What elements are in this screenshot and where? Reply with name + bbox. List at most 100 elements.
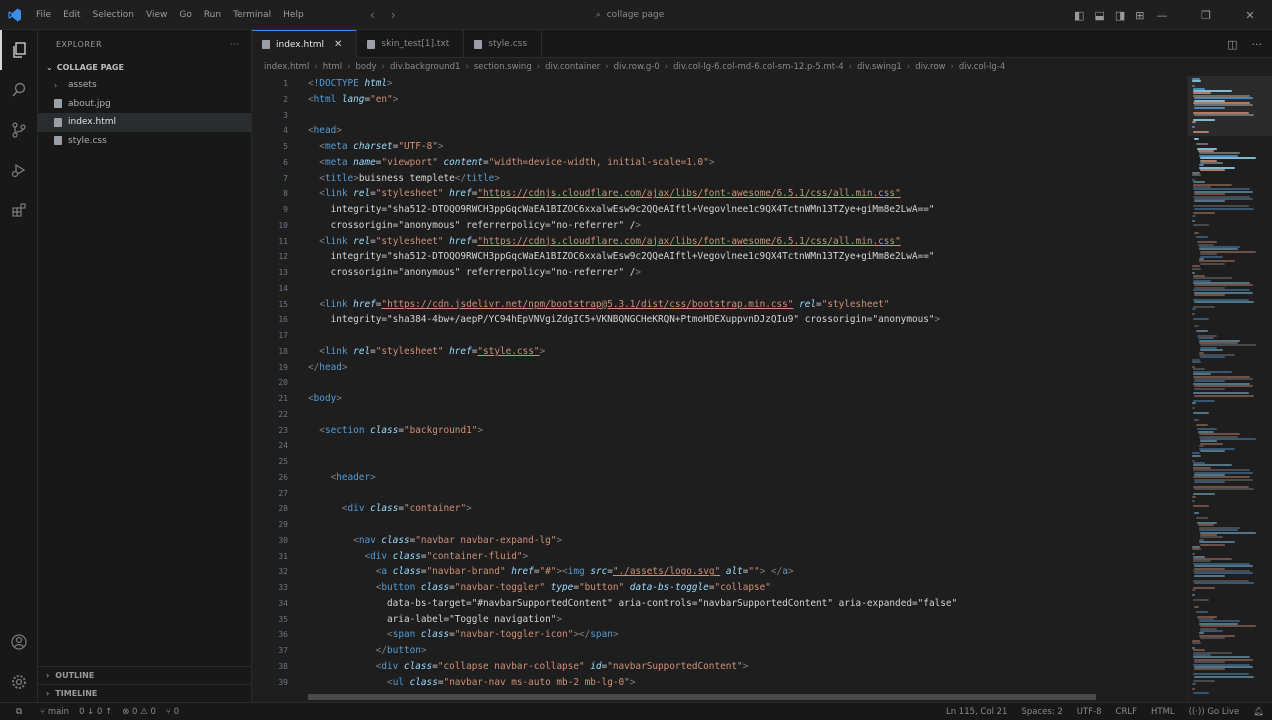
breadcrumb-item[interactable]: div.col-lg-4 xyxy=(959,62,1005,72)
code-line[interactable]: <div class="container"> xyxy=(308,501,1187,517)
code-line[interactable]: </button> xyxy=(308,643,1187,659)
minimap[interactable] xyxy=(1187,76,1272,702)
code-line[interactable]: <header> xyxy=(308,470,1187,486)
menu-item-help[interactable]: Help xyxy=(277,0,310,30)
code-line[interactable]: <span class="navbar-toggler-icon"></span… xyxy=(308,627,1187,643)
workspace-folder[interactable]: ⌄ COLLAGE PAGE xyxy=(38,58,251,76)
remote-icon[interactable]: ⧉ xyxy=(8,703,30,720)
file-tree-item[interactable]: about.jpg xyxy=(38,95,251,114)
code-line[interactable]: <body> xyxy=(308,391,1187,407)
run-debug-icon[interactable] xyxy=(0,150,38,190)
breadcrumb-item[interactable]: div.background1 xyxy=(390,62,461,72)
problems-indicator[interactable]: ⊗ 0 ⚠ 0 xyxy=(122,707,156,717)
command-center-search[interactable]: ⌕ collage page xyxy=(420,5,840,25)
menu-item-view[interactable]: View xyxy=(140,0,173,30)
code-line[interactable]: <link rel="stylesheet" href="https://cdn… xyxy=(308,234,1187,250)
end-of-line[interactable]: CRLF xyxy=(1116,707,1137,717)
code-line[interactable]: <div class="collapse navbar-collapse" id… xyxy=(308,659,1187,675)
breadcrumb-item[interactable]: div.row xyxy=(915,62,945,72)
menu-item-file[interactable]: File xyxy=(30,0,57,30)
code-line[interactable] xyxy=(308,281,1187,297)
code-line[interactable]: crossorigin="anonymous" referrerpolicy="… xyxy=(308,265,1187,281)
code-line[interactable]: <title>buisness templete</title> xyxy=(308,171,1187,187)
cursor-position[interactable]: Ln 115, Col 21 xyxy=(946,707,1007,717)
explorer-icon[interactable] xyxy=(0,30,38,70)
code-line[interactable]: <section class="background1"> xyxy=(308,423,1187,439)
minimize-icon[interactable]: — xyxy=(1140,9,1184,22)
editor-tab[interactable]: style.css xyxy=(464,30,543,58)
menu-item-terminal[interactable]: Terminal xyxy=(227,0,277,30)
code-line[interactable] xyxy=(308,517,1187,533)
sync-indicator[interactable]: 0 ↓ 0 ↑ xyxy=(79,707,112,717)
breadcrumb-item[interactable]: div.col-lg-6.col-md-6.col-sm-12.p-5.mt-4 xyxy=(673,62,843,72)
code-line[interactable]: </head> xyxy=(308,360,1187,376)
code-line[interactable]: <div class="container-fluid"> xyxy=(308,549,1187,565)
code-line[interactable] xyxy=(308,328,1187,344)
code-line[interactable] xyxy=(308,375,1187,391)
forward-arrow-icon[interactable]: › xyxy=(391,8,396,22)
code-line[interactable]: <meta charset="UTF-8"> xyxy=(308,139,1187,155)
toggle-panel-icon[interactable]: ⬓ xyxy=(1094,9,1104,22)
code-line[interactable]: <button class="navbar-toggler" type="but… xyxy=(308,580,1187,596)
branch-indicator[interactable]: ⑂ main xyxy=(40,707,69,717)
breadcrumb-item[interactable]: div.row.g-0 xyxy=(614,62,660,72)
back-arrow-icon[interactable]: ‹ xyxy=(370,8,375,22)
menu-item-go[interactable]: Go xyxy=(173,0,197,30)
split-editor-icon[interactable]: ◫ xyxy=(1227,38,1237,51)
ports-indicator[interactable]: ⑂ 0 xyxy=(166,707,179,717)
breadcrumb-item[interactable]: section.swing xyxy=(474,62,532,72)
editor-tab[interactable]: skin_test[1].txt xyxy=(357,30,465,58)
breadcrumb-item[interactable]: html xyxy=(323,62,342,72)
toggle-secondary-sidebar-icon[interactable]: ◨ xyxy=(1115,9,1125,22)
code-line[interactable]: aria-label="Toggle navigation"> xyxy=(308,612,1187,628)
code-line[interactable]: <html lang="en"> xyxy=(308,92,1187,108)
breadcrumb-item[interactable]: div.swing1 xyxy=(857,62,902,72)
code-line[interactable]: <meta name="viewport" content="width=dev… xyxy=(308,155,1187,171)
file-tree-item[interactable]: › assets xyxy=(38,76,251,95)
go-live-button[interactable]: ((·)) Go Live xyxy=(1189,707,1240,717)
code-line[interactable]: crossorigin="anonymous" referrerpolicy="… xyxy=(308,218,1187,234)
outline-section[interactable]: › OUTLINE xyxy=(38,666,252,684)
code-line[interactable]: <a class="navbar-brand" href="#"><img sr… xyxy=(308,564,1187,580)
code-content[interactable]: <!DOCTYPE html> <html lang="en"> <head> <m… xyxy=(308,76,1187,690)
toggle-sidebar-icon[interactable]: ◧ xyxy=(1074,9,1084,22)
code-line[interactable] xyxy=(308,454,1187,470)
code-line[interactable] xyxy=(308,438,1187,454)
menu-item-selection[interactable]: Selection xyxy=(87,0,140,30)
menu-item-run[interactable]: Run xyxy=(198,0,227,30)
timeline-section[interactable]: › TIMELINE xyxy=(38,684,252,702)
file-tree-item[interactable]: index.html xyxy=(38,113,251,132)
code-line[interactable]: integrity="sha512-DTOQO9RWCH3ppGqcWaEA1B… xyxy=(308,202,1187,218)
code-line[interactable]: data-bs-target="#navbarSupportedContent"… xyxy=(308,596,1187,612)
code-line[interactable]: integrity="sha512-DTOQO9RWCH3ppGqcWaEA1B… xyxy=(308,249,1187,265)
code-editor[interactable]: 1 2 3 4 5 6 7 8 9 10 11 12 13 14 15 16 17 18 19 20 21 22 23 24 2… xyxy=(252,76,1187,702)
more-actions-icon[interactable]: ··· xyxy=(1252,38,1263,51)
close-tab-icon[interactable]: ✕ xyxy=(334,39,342,50)
language-mode[interactable]: HTML xyxy=(1151,707,1175,717)
breadcrumb-item[interactable]: body xyxy=(356,62,377,72)
file-tree-item[interactable]: style.css xyxy=(38,132,251,151)
close-window-icon[interactable]: ✕ xyxy=(1228,9,1272,22)
breadcrumb-item[interactable]: div.container xyxy=(545,62,600,72)
code-line[interactable] xyxy=(308,407,1187,423)
notifications-bell-icon[interactable]: 🔔︎ xyxy=(1253,707,1264,717)
extensions-icon[interactable] xyxy=(0,190,38,230)
more-actions-icon[interactable]: ··· xyxy=(230,40,239,49)
restore-icon[interactable]: ❐ xyxy=(1184,9,1228,22)
encoding[interactable]: UTF-8 xyxy=(1077,707,1102,717)
horizontal-scrollbar[interactable] xyxy=(308,694,1096,700)
indentation[interactable]: Spaces: 2 xyxy=(1021,707,1062,717)
code-line[interactable]: <link href="https://cdn.jsdelivr.net/npm… xyxy=(308,297,1187,313)
search-icon[interactable] xyxy=(0,70,38,110)
code-line[interactable]: <nav class="navbar navbar-expand-lg"> xyxy=(308,533,1187,549)
accounts-icon[interactable] xyxy=(0,622,38,662)
code-line[interactable]: <link rel="stylesheet" href="style.css"> xyxy=(308,344,1187,360)
settings-gear-icon[interactable] xyxy=(0,662,38,702)
menu-item-edit[interactable]: Edit xyxy=(57,0,86,30)
code-line[interactable]: <link rel="stylesheet" href="https://cdn… xyxy=(308,186,1187,202)
source-control-icon[interactable] xyxy=(0,110,38,150)
breadcrumb-item[interactable]: index.html xyxy=(264,62,309,72)
code-line[interactable]: integrity="sha384-4bw+/aepP/YC94hEpVNVgi… xyxy=(308,312,1187,328)
code-line[interactable]: <ul class="navbar-nav ms-auto mb-2 mb-lg… xyxy=(308,675,1187,691)
code-line[interactable]: <head> xyxy=(308,123,1187,139)
